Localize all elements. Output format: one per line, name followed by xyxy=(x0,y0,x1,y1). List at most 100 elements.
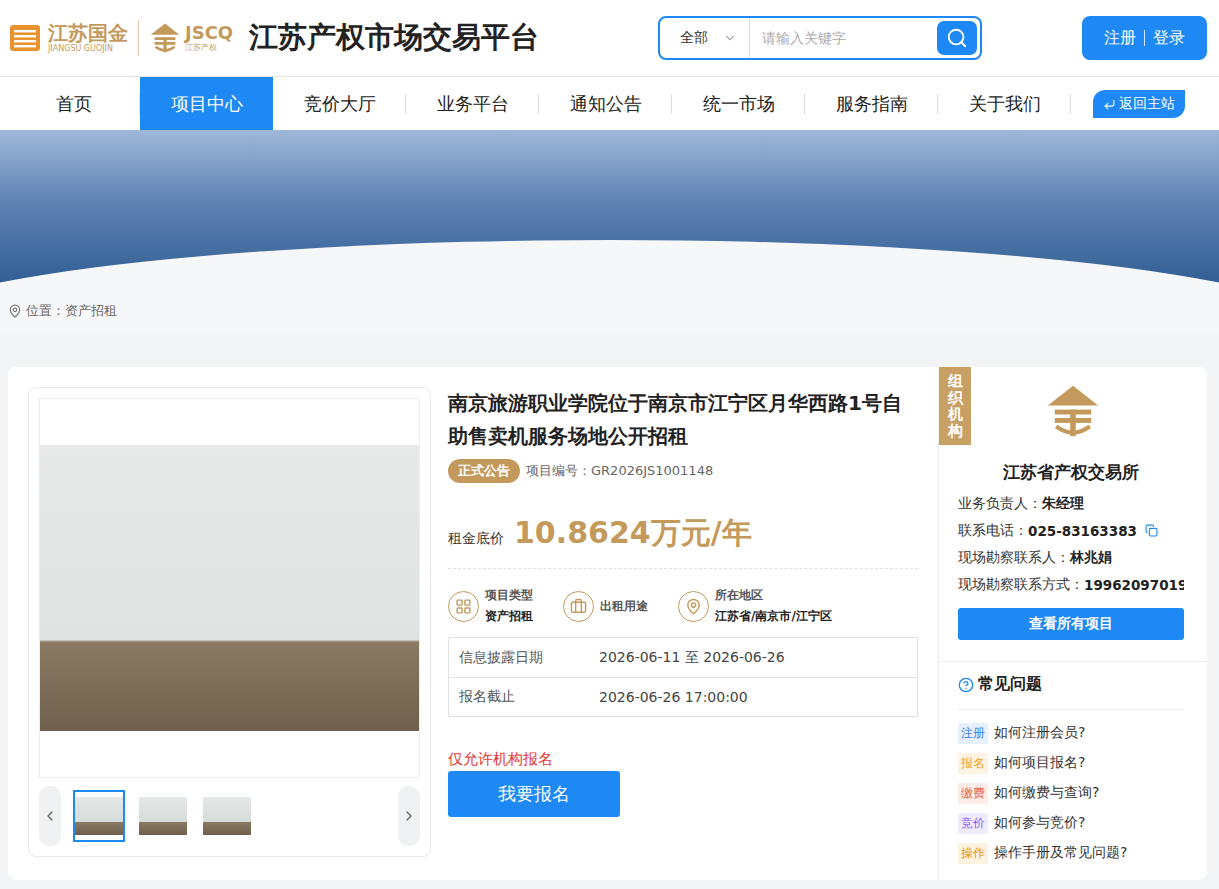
site-title: 江苏产权市场交易平台 xyxy=(249,18,539,58)
organizer-name: 江苏省产权交易所 xyxy=(958,461,1184,484)
search-input[interactable] xyxy=(750,30,937,46)
brand-sub: 江苏产权 xyxy=(185,44,233,52)
banner xyxy=(0,130,1219,290)
auth-separator xyxy=(1144,30,1145,46)
thumbnail-photo xyxy=(139,797,187,835)
page: 江苏国金JIANGSU GUOJINJSCQ江苏产权江苏产权市场交易平台全部注册… xyxy=(0,0,1219,889)
search-scope-select[interactable]: 全部 xyxy=(660,18,750,58)
project-card: 南京旅游职业学院位于南京市江宁区月华西路1号自助售卖机服务场地公开招租正式公告项… xyxy=(8,367,1207,880)
thumbnail[interactable] xyxy=(201,790,253,842)
nav-item[interactable]: 服务指南 xyxy=(805,77,938,130)
banner-curve xyxy=(0,240,1219,290)
faq-item[interactable]: 操作操作手册及常见问题? xyxy=(958,842,1184,864)
fact-icon-circle xyxy=(448,591,479,622)
nav-item[interactable]: 统一市场 xyxy=(672,77,805,130)
prev-button[interactable] xyxy=(39,786,61,846)
nav-item[interactable]: 首页 xyxy=(7,77,140,130)
view-all-projects-button[interactable]: 查看所有项目 xyxy=(958,608,1184,640)
schedule-table: 信息披露日期2026-06-11 至 2026-06-26报名截止2026-06… xyxy=(448,637,918,717)
project-info: 南京旅游职业学院位于南京市江宁区月华西路1号自助售卖机服务场地公开招租正式公告项… xyxy=(448,387,918,817)
main-nav: 首页项目中心竞价大厅业务平台通知公告统一市场服务指南关于我们返回主站 xyxy=(0,77,1219,130)
nav-item[interactable]: 竞价大厅 xyxy=(273,77,406,130)
back-to-main-button[interactable]: 返回主站 xyxy=(1093,90,1185,118)
auth-link[interactable]: 注册 xyxy=(1104,28,1136,49)
faq: 常见问题注册如何注册会员? 报名如何项目报名? 缴费如何缴费与查询? 竞价如何参与竞价… xyxy=(939,661,1209,864)
nav-item[interactable]: 业务平台 xyxy=(406,77,539,130)
organizer-field: 联系电话：025-83163383 xyxy=(958,517,1184,544)
thumbnail-row xyxy=(39,786,420,846)
facts-row: 项目类型资产招租出租用途所在地区江苏省/南京市/江宁区 xyxy=(448,587,918,625)
fact-label: 项目类型 xyxy=(485,587,533,604)
nav-item[interactable]: 通知公告 xyxy=(539,77,672,130)
faq-title: 常见问题 xyxy=(958,674,1184,710)
search-icon xyxy=(946,27,968,49)
fact-icon-circle xyxy=(678,591,709,622)
faq-item[interactable]: 竞价如何参与竞价? xyxy=(958,812,1184,834)
brand-name: JSCQ xyxy=(185,24,233,42)
brand-name: 江苏国金 xyxy=(48,23,128,43)
schedule-label: 信息披露日期 xyxy=(449,649,599,667)
faq-item[interactable]: 注册如何注册会员? xyxy=(958,722,1184,744)
auth-button: 注册登录 xyxy=(1082,16,1207,60)
nav-item[interactable]: 项目中心 xyxy=(140,77,273,130)
fact-icon xyxy=(570,598,587,615)
status-badge: 正式公告 xyxy=(448,459,520,483)
project-title: 南京旅游职业学院位于南京市江宁区月华西路1号自助售卖机服务场地公开招租 xyxy=(448,387,918,453)
fact-icon-circle xyxy=(563,591,594,622)
meta-row: 正式公告项目编号：GR2026JS1001148 xyxy=(448,459,918,483)
help-icon xyxy=(958,677,974,693)
field-value: 025-83163383 xyxy=(1028,523,1137,539)
field-label: 联系电话： xyxy=(958,522,1028,540)
schedule-value: 2026-06-11 至 2026-06-26 xyxy=(599,649,785,667)
fact-value: 资产招租 xyxy=(485,608,533,625)
brand-divider xyxy=(138,20,139,56)
chevron-down-icon xyxy=(723,31,737,45)
chevron-right-icon xyxy=(401,808,417,824)
brand-sub: JIANGSU GUOJIN xyxy=(48,45,128,53)
fact-icon xyxy=(685,598,702,615)
field-value: 19962097019… xyxy=(1084,577,1184,593)
fact-value: 江苏省/南京市/江宁区 xyxy=(715,608,832,625)
fact-text: 所在地区江苏省/南京市/江宁区 xyxy=(715,587,832,625)
next-button[interactable] xyxy=(398,786,420,846)
price-row: 租金底价10.8624万元/年 xyxy=(448,513,918,569)
faq-tag: 注册 xyxy=(958,723,988,744)
breadcrumb: 位置：资产招租 xyxy=(0,290,1219,332)
faq-tag: 报名 xyxy=(958,753,988,774)
thumbnail[interactable] xyxy=(137,790,189,842)
faq-item[interactable]: 缴费如何缴费与查询? xyxy=(958,782,1184,804)
fact: 项目类型资产招租 xyxy=(448,587,533,625)
apply-button[interactable]: 我要报名 xyxy=(448,771,620,817)
organizer-body: 江苏省产权交易所业务负责人：朱经理联系电话：025-83163383现场勘察联系… xyxy=(939,367,1209,640)
jscq-brand[interactable]: JSCQ 江苏产权 xyxy=(149,22,233,54)
fact: 出租用途 xyxy=(563,587,648,625)
guojin-brand[interactable]: 江苏国金 JIANGSU GUOJIN xyxy=(8,22,128,54)
field-label: 现场勘察联系人： xyxy=(958,549,1070,567)
return-icon xyxy=(1103,98,1116,111)
auth-link[interactable]: 登录 xyxy=(1153,28,1185,49)
signup-notice: 仅允许机构报名 xyxy=(448,750,918,769)
search-box: 全部 xyxy=(658,16,982,60)
thumbnails xyxy=(73,790,386,842)
main: 南京旅游职业学院位于南京市江宁区月华西路1号自助售卖机服务场地公开招租正式公告项… xyxy=(0,332,1219,889)
nav-item[interactable]: 关于我们 xyxy=(938,77,1071,130)
organizer-logo xyxy=(958,383,1184,439)
header: 江苏国金 JIANGSU GUOJIN JSCQ 江苏产权 江苏产权市场交易平台 全部 注册… xyxy=(0,0,1219,77)
thumbnail-photo xyxy=(75,797,123,835)
gallery xyxy=(28,387,431,857)
fact-label: 所在地区 xyxy=(715,587,832,604)
jscq-brand-text: JSCQ 江苏产权 xyxy=(185,24,233,52)
schedule-value: 2026-06-26 17:00:00 xyxy=(599,689,748,705)
location-icon xyxy=(8,304,22,318)
organizer-tag: 组织机构 xyxy=(939,367,971,445)
brand-group: 江苏国金 JIANGSU GUOJIN JSCQ 江苏产权 江苏产权市场交易平台 xyxy=(8,18,539,58)
copy-button[interactable] xyxy=(1145,524,1158,537)
faq-tag: 操作 xyxy=(958,843,988,864)
thumbnail[interactable] xyxy=(73,790,125,842)
photo xyxy=(40,445,419,731)
search-button[interactable] xyxy=(937,21,977,55)
thumbnail-photo xyxy=(203,797,251,835)
price-label: 租金底价 xyxy=(448,530,504,548)
faq-item[interactable]: 报名如何项目报名? xyxy=(958,752,1184,774)
organizer-field: 现场勘察联系人：林兆娟 xyxy=(958,544,1184,571)
